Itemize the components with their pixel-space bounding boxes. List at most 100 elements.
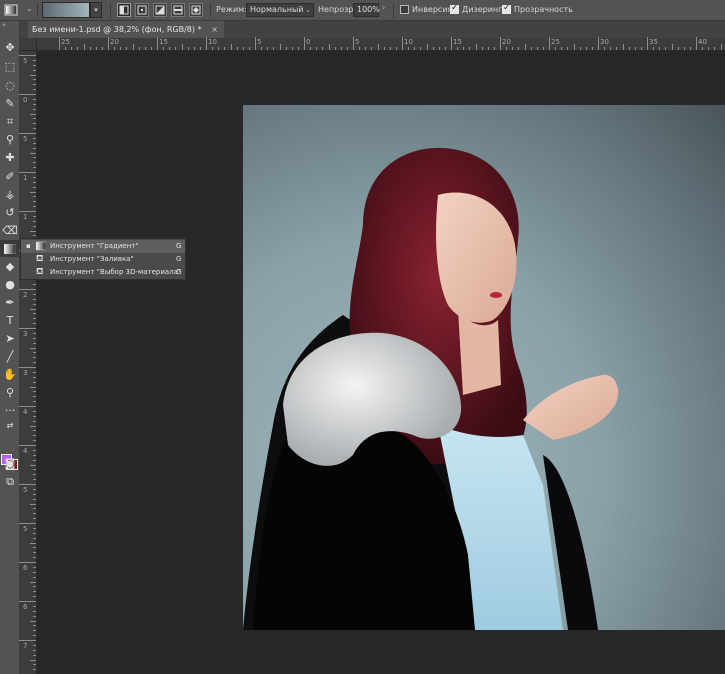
ruler-minor-tick [33,352,36,354]
history-brush-tool-icon[interactable]: ↺ [0,204,20,221]
ruler-minor-tick [33,440,36,442]
clone-stamp-tool-icon[interactable]: ⚶ [0,186,20,203]
ruler-minor-tick [469,47,471,50]
horizontal-ruler: 25 20 15 10 5 0 5 10 15 20 25 30 35 40 [37,37,725,51]
swap-colors-icon[interactable]: ⇄ [0,417,20,434]
ruler-label: 2 [23,291,28,299]
ruler-minor-tick [33,64,36,66]
ruler-minor-tick [163,47,165,50]
flyout-item-paint-bucket[interactable]: ⛾ Инструмент "Заливка" G [21,253,185,266]
ruler-minor-tick [33,566,36,568]
ruler-label: 15 [159,38,168,46]
ruler-minor-tick [71,47,73,50]
type-tool-icon[interactable]: T [0,312,20,329]
quick-selection-tool-icon[interactable]: ✎ [0,95,20,112]
ruler-minor-tick [708,47,710,50]
ruler-minor-tick [359,47,361,50]
ruler-minor-tick [120,47,122,50]
ruler-minor-tick [683,47,685,50]
document-canvas[interactable] [243,105,725,630]
inverse-checkbox[interactable] [400,5,409,14]
diamond-gradient-button[interactable] [189,3,203,17]
ruler-minor-tick [33,605,36,607]
preset-dropdown-arrow[interactable]: ⌄ [26,4,33,13]
crop-tool-icon[interactable]: ⌗ [0,113,20,130]
ruler-minor-tick [316,47,318,50]
ruler-minor-tick [33,142,36,144]
gradient-picker-dropdown[interactable]: ▾ [90,2,102,18]
mode-select[interactable]: Нормальный ⌄ [246,3,314,17]
ruler-minor-tick [340,47,342,50]
angle-gradient-button[interactable] [153,3,167,17]
flyout-item-shortcut: G [176,268,182,276]
ruler-minor-tick [33,391,36,393]
ruler-minor-tick [463,47,465,50]
reflected-gradient-button[interactable] [171,3,185,17]
dither-checkbox[interactable] [450,3,459,14]
ruler-minor-tick [395,47,397,50]
collapse-panel-icon[interactable]: » [2,21,6,29]
ruler-minor-tick [30,191,36,193]
ruler-minor-tick [33,488,36,490]
ruler-major-tick [451,37,452,50]
ruler-minor-tick [33,118,36,120]
healing-brush-tool-icon[interactable]: ✚ [0,149,20,166]
lasso-tool-icon[interactable]: ◌ [0,77,20,94]
ruler-minor-tick [33,479,36,481]
reflected-gradient-icon [173,5,183,15]
ruler-label: 0 [306,38,311,46]
ruler-minor-tick [33,532,36,534]
ruler-label: 4 [23,408,28,416]
path-selection-tool-icon[interactable]: ➤ [0,330,20,347]
ruler-minor-tick [432,47,434,50]
gradient-preview[interactable] [42,2,90,18]
document-tab[interactable]: Без имени-1.psd @ 38,2% (фон, RGB/8) * × [28,21,224,38]
inverse-label: Инверсия [412,5,453,14]
linear-gradient-button[interactable] [117,3,131,17]
gradient-tool-preset-icon[interactable] [4,3,18,17]
ruler-minor-tick [573,44,575,50]
ruler-label: 15 [453,38,462,46]
opacity-dropdown-arrow[interactable]: › [382,3,385,12]
ruler-minor-tick [389,47,391,50]
quick-mask-icon[interactable]: ◙ [0,455,20,472]
move-tool-icon[interactable]: ✥ [0,39,20,56]
ruler-minor-tick [426,44,428,50]
eraser-tool-icon[interactable]: ⌫ [0,222,20,239]
gradient-tool-icon[interactable] [0,240,20,257]
hand-tool-icon[interactable]: ✋ [0,366,20,383]
blur-tool-icon[interactable]: ◆ [0,258,20,275]
ruler-minor-tick [33,610,36,612]
ruler-minor-tick [33,371,36,373]
brush-tool-icon[interactable]: ✐ [0,168,20,185]
flyout-item-gradient[interactable]: ▪ Инструмент "Градиент" G [21,240,185,253]
gradient-icon [36,241,46,251]
ruler-minor-tick [33,98,36,100]
screen-mode-icon[interactable]: ⧉ [0,473,20,490]
flyout-item-3d-material[interactable]: ⛾ Инструмент "Выбор 3D-материала" G [21,266,185,279]
ruler-minor-tick [33,459,36,461]
zoom-tool-icon[interactable]: ⚲ [0,384,20,401]
ruler-minor-tick [33,420,36,422]
ruler-major-tick [549,37,550,50]
eyedropper-tool-icon[interactable]: ⚲ [0,131,20,148]
ruler-major-tick [19,55,36,56]
transparency-checkbox[interactable] [502,3,511,14]
line-tool-icon[interactable]: ╱ [0,348,20,365]
pen-tool-icon[interactable]: ✒ [0,294,20,311]
ruler-minor-tick [33,186,36,188]
ruler-minor-tick [132,44,134,50]
radial-gradient-button[interactable] [135,3,149,17]
ruler-label: 40 [698,38,707,46]
close-icon[interactable]: × [211,21,218,38]
ruler-minor-tick [89,47,91,50]
ruler-minor-tick [33,430,36,432]
marquee-tool-icon[interactable]: ⬚ [0,58,20,75]
dodge-tool-icon[interactable]: ● [0,276,20,293]
opacity-input[interactable]: 100% [353,3,380,17]
ruler-minor-tick [33,342,36,344]
opacity-value: 100% [357,5,380,14]
ruler-minor-tick [33,498,36,500]
ruler-major-tick [19,562,36,563]
mode-label: Режим: [216,5,247,14]
